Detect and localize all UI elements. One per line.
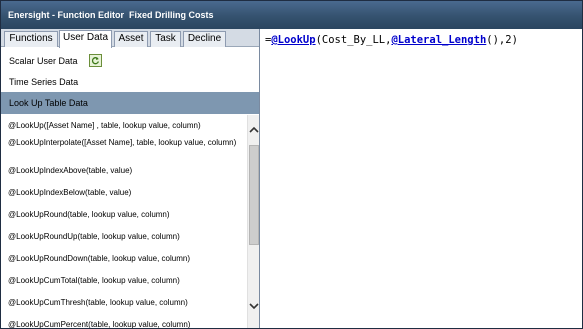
tab-asset[interactable]: Asset [114,31,148,47]
formula-function-lookup[interactable]: @LookUp [271,34,315,46]
list-item[interactable]: @LookUpIndexAbove(table, value) [8,166,244,176]
refresh-icon[interactable] [89,54,102,67]
chevron-down-icon [249,303,259,310]
formula-text[interactable]: =@LookUp(Cost_By_LL,@Lateral_Length(),2) [265,32,518,48]
scroll-down-button[interactable] [248,301,259,315]
category-scalar-user-data[interactable]: Scalar User Data [1,50,259,72]
list-item[interactable]: @LookUpCumTotal(table, lookup value, col… [8,276,244,286]
list-item[interactable]: @LookUpCumThresh(table, lookup value, co… [8,298,244,308]
list-item[interactable]: @LookUpRoundUp(table, lookup value, colu… [8,232,244,242]
list-item[interactable]: @LookUpInterpolate([Asset Name], table, … [8,138,244,148]
category-label: Scalar User Data [9,56,78,66]
tab-functions[interactable]: Functions [4,31,58,47]
tab-decline[interactable]: Decline [183,31,226,47]
list-item[interactable]: @LookUpRoundDown(table, lookup value, co… [8,254,244,264]
formula-arguments: (Cost_By_LL, [315,34,392,46]
list-item[interactable]: @LookUpCumPercent(table, lookup value, c… [8,320,244,328]
tab-strip: Functions User Data Asset Task Decline [1,29,259,48]
tab-task[interactable]: Task [150,31,181,47]
scroll-up-button[interactable] [248,125,259,139]
tab-user-data[interactable]: User Data [59,30,112,48]
function-editor-window: Enersight - Function Editor Fixed Drilli… [0,0,583,329]
left-panel: Functions User Data Asset Task Decline S… [1,29,260,328]
category-look-up-table-data[interactable]: Look Up Table Data [1,92,259,114]
scroll-thumb[interactable] [249,145,259,245]
list-item[interactable]: @LookUp([Asset Name] , table, lookup val… [8,121,244,131]
list-item[interactable]: @LookUpRound(table, lookup value, column… [8,210,244,220]
chevron-up-icon [249,126,259,133]
function-list: @LookUp([Asset Name] , table, lookup val… [1,115,247,328]
list-item[interactable]: @LookUpIndexBelow(table, value) [8,188,244,198]
formula-function-lateral-length[interactable]: @Lateral_Length [391,34,486,46]
category-time-series-data[interactable]: Time Series Data [1,71,259,93]
function-list-scrollbar[interactable] [247,115,259,328]
window-title: Enersight - Function Editor Fixed Drilli… [1,1,582,29]
formula-editor[interactable]: =@LookUp(Cost_By_LL,@Lateral_Length(),2) [261,29,582,328]
formula-closing: (),2) [486,34,518,46]
